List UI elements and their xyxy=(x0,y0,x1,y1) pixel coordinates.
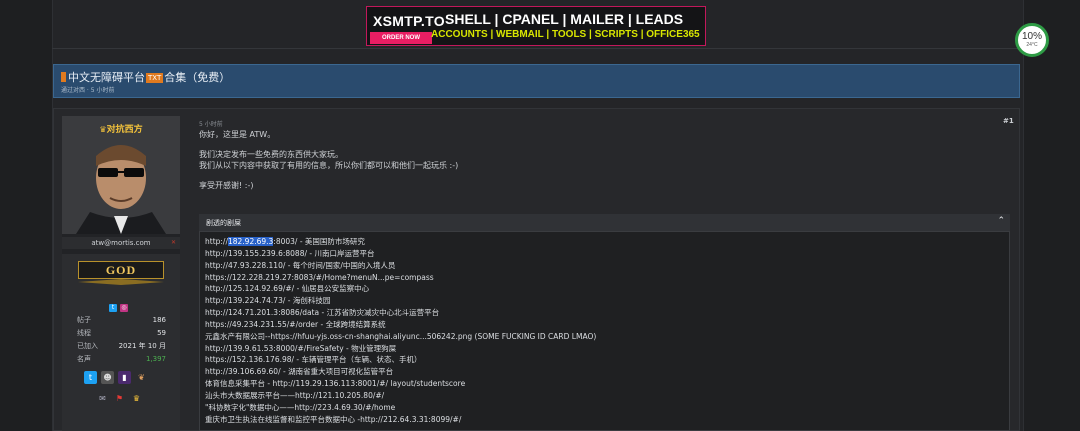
chat-badge-icon[interactable]: ✉ xyxy=(96,392,109,405)
instagram-icon[interactable]: ◎ xyxy=(120,304,128,312)
post-paragraph-1: 我们决定发布一些免费的东西供大家玩。 xyxy=(199,150,343,159)
crown-badge-icon[interactable]: ♛ xyxy=(130,392,143,405)
rank-decoration xyxy=(78,279,164,285)
spoiler-line: 体育信息采集平台 - http://119.29.136.113:8001/#/… xyxy=(205,379,466,389)
spoiler-line: http://124.71.201.3:8086/data - 江苏省防灾减灾中… xyxy=(205,308,440,318)
user-avatar[interactable]: ♛对抗西方 xyxy=(62,116,180,234)
order-now-button[interactable]: ORDER NOW xyxy=(370,32,432,44)
post-timestamp[interactable]: 5 小时前 xyxy=(199,119,223,128)
banner-subline: ACCOUNTS | WEBMAIL | TOOLS | SCRIPTS | O… xyxy=(431,29,700,40)
widget-temperature: 24°C xyxy=(1026,42,1038,48)
thread-meta: 通过对西 · 5 小时前 xyxy=(61,87,115,94)
ad-banner[interactable]: XSMTP.TO ORDER NOW SHELL | CPANEL | MAIL… xyxy=(366,6,706,46)
system-monitor-widget[interactable]: 10% 24°C xyxy=(1015,23,1049,57)
spoiler-line: https://49.234.231.55/#/order - 全球跨境结算系统 xyxy=(205,319,386,329)
widget-percent: 10% xyxy=(1021,31,1042,42)
ghost-badge-icon[interactable]: ☻ xyxy=(101,371,114,384)
post-greeting: 你好，这里是 ATW。 xyxy=(199,130,276,139)
spoiler-line: http://139.155.239.6:8088/ - 川南口岸运营平台 xyxy=(205,248,375,258)
thread-prefix-icon xyxy=(61,72,66,82)
spoiler-line: http://139.224.74.73/ - 海创科技园 xyxy=(205,296,331,306)
post-paragraph-2: 我们从以下内容中获取了有用的信息，所以你们都可以和他们一起玩乐 :-) xyxy=(199,161,459,170)
flag-badge-icon[interactable]: ⚑ xyxy=(113,392,126,405)
crown-icon: ♛ xyxy=(99,125,107,134)
twitter-badge-icon[interactable]: t xyxy=(84,371,97,384)
spoiler-line: http://139.9.61.53:8000/#/FireSafety - 物… xyxy=(205,343,397,353)
banner-headline: SHELL | CPANEL | MAILER | LEADS xyxy=(445,11,684,27)
terminal-badge-icon[interactable]: ▮ xyxy=(118,371,131,384)
twitter-icon[interactable]: t xyxy=(109,304,117,312)
chevron-up-icon[interactable]: ⌃ xyxy=(997,216,1005,226)
spoiler-line: http://39.106.69.60/ - 湖南省重大项目可视化监管平台 xyxy=(205,367,394,377)
thread-tag: TXT xyxy=(146,73,164,83)
thread-title-start: 中文无障碍平台 xyxy=(68,71,145,84)
thread-title-end: 合集（免费） xyxy=(164,71,231,84)
divider xyxy=(52,48,1022,49)
user-stats: 帖子 186 线程 59 已加入 2021 年 10 月 名声 1,397 xyxy=(77,314,166,366)
banner-brand: XSMTP.TO xyxy=(373,13,445,29)
stat-row-joined: 已加入 2021 年 10 月 xyxy=(77,342,166,350)
spoiler-line: https://122.228.219.27:8083/#/Home?menuN… xyxy=(205,272,434,282)
spoiler-line: 元鑫水产有限公司--https://hfuu-yjs.oss-cn-shangh… xyxy=(205,331,597,341)
spoiler-label: 剧透的剧屎 xyxy=(206,219,241,227)
user-badges-row2: ✉ ⚑ ♛ xyxy=(96,386,156,403)
social-links: t ◎ xyxy=(109,294,133,312)
spoiler-line-first: http://182.92.69.3:8003/ - 美国国防市场研究 xyxy=(205,237,365,246)
username-bar[interactable]: atw@mortis.com ✕ xyxy=(62,237,180,249)
user-email[interactable]: atw@mortis.com xyxy=(91,239,150,247)
brain-badge-icon[interactable]: ❦ xyxy=(135,371,148,384)
post-closing: 享受开感谢! :-) xyxy=(199,181,254,190)
spoiler-line: https://152.136.176.98/ - 车辆管理平台（车辆、状态、手… xyxy=(205,355,422,365)
spoiler-line: 重庆市卫生执法在线监督和监控平台数据中心 -http://212.64.3.31… xyxy=(205,414,462,424)
user-badges: t ☻ ▮ ❦ xyxy=(84,365,164,384)
stat-row-posts: 帖子 186 xyxy=(77,316,166,324)
spoiler-line: "科协数字化"数据中心——http://223.4.69.30/#/home xyxy=(205,402,396,412)
close-icon[interactable]: ✕ xyxy=(171,237,176,249)
user-display-name: ♛对抗西方 xyxy=(99,125,143,135)
selected-text[interactable]: 182.92.69.3 xyxy=(227,237,274,246)
post-content: 你好，这里是 ATW。 我们决定发布一些免费的东西供大家玩。 我们从以下内容中获… xyxy=(199,129,979,200)
thread-title[interactable]: 中文无障碍平台 TXT 合集（免费） xyxy=(68,69,230,85)
post-number[interactable]: #1 xyxy=(1003,117,1014,125)
user-rank-badge: GOD xyxy=(78,261,164,279)
spoiler-line: http://125.124.92.69/#/ - 仙居县公安监察中心 xyxy=(205,284,370,294)
thread-header: 中文无障碍平台 TXT 合集（免费） 通过对西 · 5 小时前 xyxy=(53,64,1020,98)
stat-row-threads: 线程 59 xyxy=(77,329,166,337)
spoiler-content: http://182.92.69.3:8003/ - 美国国防市场研究 http… xyxy=(205,236,995,426)
spoiler-line: 汕头市大数据展示平台——http://121.10.205.80/#/ xyxy=(205,390,385,400)
spoiler-header[interactable]: 剧透的剧屎 ⌃ xyxy=(199,214,1010,232)
spoiler-line: http://47.93.228.110/ - 每个时间/国家/中国的入境人员 xyxy=(205,260,396,270)
